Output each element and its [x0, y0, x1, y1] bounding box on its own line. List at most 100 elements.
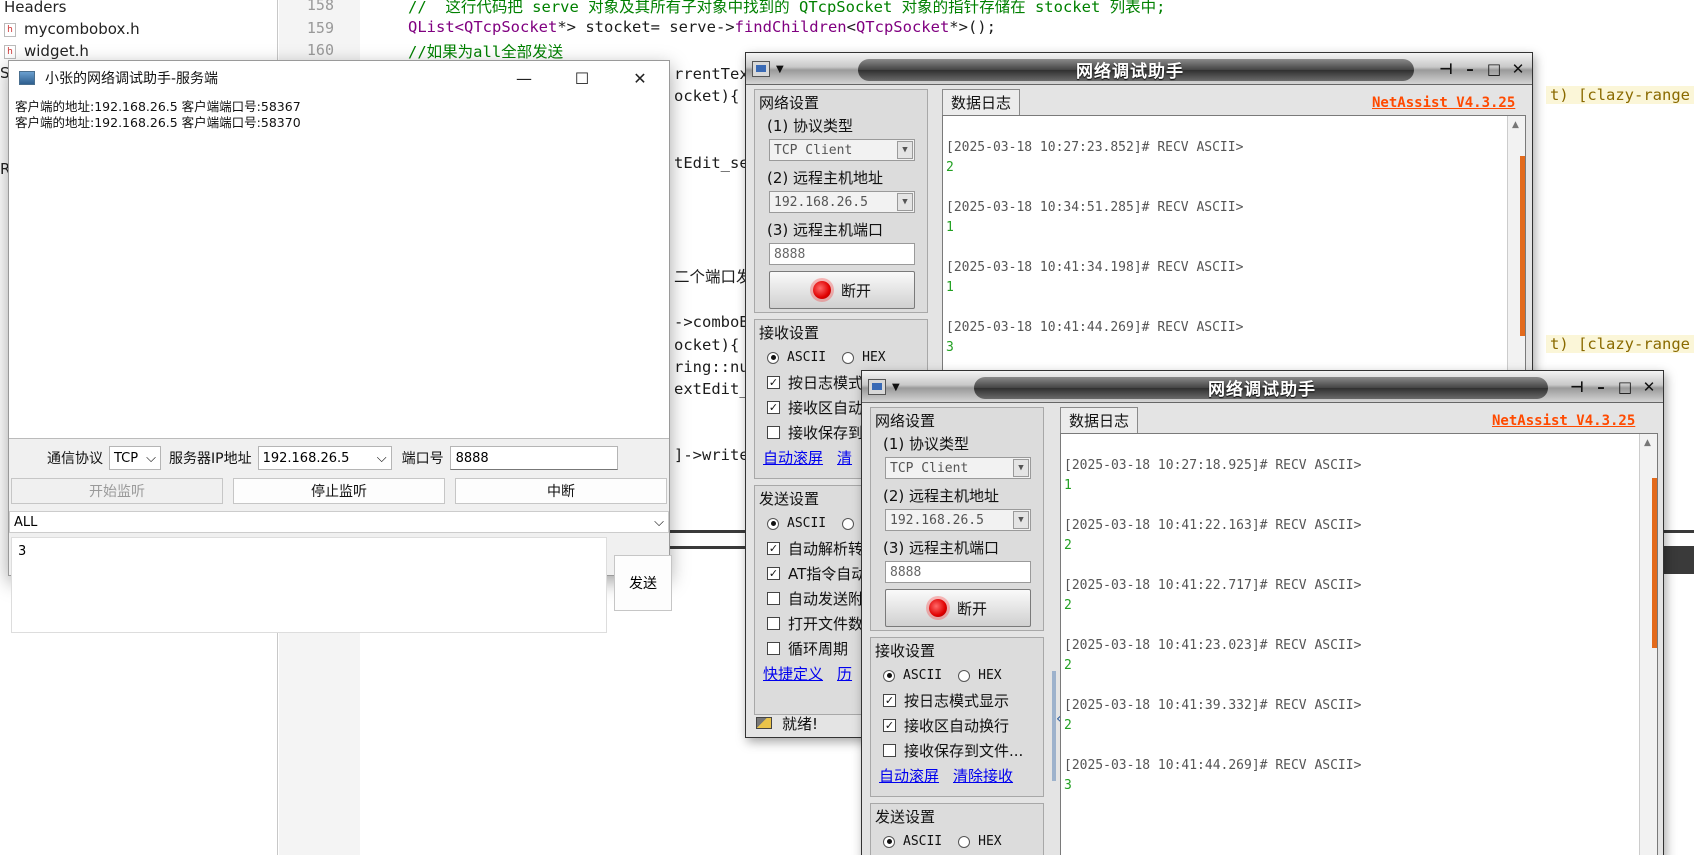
protocol-select[interactable]: TCP ⌵ [109, 446, 161, 470]
checkbox-unchecked[interactable] [883, 744, 896, 757]
chevron-down-icon: ▼ [1013, 459, 1029, 477]
log-value: 1 [946, 220, 954, 235]
minimize-icon[interactable]: – [1591, 377, 1611, 397]
scroll-up-icon[interactable]: ▲ [1512, 120, 1519, 130]
checkbox-unchecked[interactable] [767, 592, 780, 605]
checkbox-unchecked[interactable] [767, 426, 780, 439]
network-settings-group: 网络设置 (1) 协议类型 TCP Client ▼ (2) 远程主机地址 192… [754, 89, 928, 313]
log-scrollbar[interactable]: ▲ [1639, 434, 1657, 855]
remote-port-label: (3) 远程主机端口 [883, 539, 1000, 557]
disconnect-button[interactable]: 断开 [885, 589, 1031, 627]
quick-define-link[interactable]: 快捷定义 [763, 663, 823, 684]
client-target-select[interactable]: ALL ⌵ [9, 511, 669, 533]
checkbox-checked[interactable]: ✓ [767, 376, 780, 389]
tree-folder-headers[interactable]: Headers [4, 0, 66, 18]
version-link[interactable]: NetAssist V4.3.25 [1492, 413, 1635, 429]
line-number: 159 [306, 19, 334, 37]
tab-data-log[interactable]: 数据日志 [942, 89, 1021, 115]
send-hex-radio[interactable] [842, 517, 855, 530]
send-ascii-radio[interactable] [883, 835, 895, 848]
send-settings-group: 发送设置 ASCII HEX [870, 803, 1044, 855]
checkbox-checked[interactable]: ✓ [767, 542, 780, 555]
close-icon[interactable]: ✕ [1639, 377, 1659, 397]
minimize-icon[interactable]: — [495, 61, 553, 95]
qt-server-window: 小张的网络调试助手-服务端 — ☐ ✕ 客户端的地址:192.168.26.5 … [8, 60, 672, 633]
disconnect-button[interactable]: 断开 [769, 271, 915, 309]
tree-file-mycombobox[interactable]: h mycombobox.h [4, 18, 140, 40]
group-title: 接收设置 [875, 642, 936, 660]
clear-receive-link[interactable]: 清 [837, 447, 852, 468]
recv-option[interactable]: 接收保存到文件... [871, 738, 1043, 763]
checkbox-checked[interactable]: ✓ [767, 401, 780, 414]
app-window-icon [19, 71, 35, 85]
version-link[interactable]: NetAssist V4.3.25 [1372, 95, 1515, 111]
pin-icon[interactable]: ⊣ [1436, 59, 1456, 79]
scroll-thumb[interactable] [1652, 478, 1657, 648]
remote-port-input[interactable]: 8888 [885, 561, 1031, 583]
checkbox-checked[interactable]: ✓ [767, 567, 780, 580]
h-file-icon: h [4, 44, 16, 59]
remote-port-input[interactable]: 8888 [769, 243, 915, 265]
settings-panel: 网络设置 (1) 协议类型 TCP Client ▼ (2) 远程主机地址 192… [870, 407, 1044, 855]
tree-file-label: mycombobox.h [24, 20, 140, 38]
netassist-title-bar[interactable]: ▼ 网络调试助手 ⊣ – □ ✕ [862, 371, 1663, 403]
minimize-icon[interactable]: – [1460, 59, 1480, 79]
desktop: Headers h mycombobox.h h widget.h S R 158 … [0, 0, 1694, 855]
client-log-area[interactable]: 客户端的地址:192.168.26.5 客户端端口号:58367 客户端的地址:… [9, 95, 669, 439]
code-fragment: extEdit_ [674, 380, 749, 398]
checkbox-checked[interactable]: ✓ [883, 719, 896, 732]
recv-encoding-radios: ASCII HEX [871, 663, 1043, 688]
protocol-type-select[interactable]: TCP Client ▼ [769, 139, 915, 161]
maximize-icon[interactable]: ☐ [553, 61, 611, 95]
pin-icon[interactable]: ⊣ [1567, 377, 1587, 397]
recv-ascii-radio[interactable] [883, 669, 895, 682]
chevron-down-icon: ▼ [776, 63, 784, 75]
ip-select[interactable]: 192.168.26.5 ⌵ [257, 446, 392, 470]
checkbox-unchecked[interactable] [767, 642, 780, 655]
send-hex-radio[interactable] [958, 835, 971, 848]
scroll-up-icon[interactable]: ▲ [1644, 438, 1651, 448]
tree-file-widget[interactable]: h widget.h [4, 40, 89, 62]
remote-port-label: (3) 远程主机端口 [767, 221, 884, 239]
auto-scroll-link[interactable]: 自动滚屏 [879, 765, 939, 786]
receive-log[interactable]: [2025-03-18 10:27:18.925]# RECV ASCII> 1… [1060, 433, 1658, 855]
qt-title-bar[interactable]: 小张的网络调试助手-服务端 — ☐ ✕ [9, 61, 669, 95]
protocol-type-select[interactable]: TCP Client ▼ [885, 457, 1031, 479]
netassist-title-bar[interactable]: ▼ 网络调试助手 ⊣ – □ ✕ [746, 53, 1532, 85]
port-input[interactable]: 8888 [449, 446, 618, 470]
close-icon[interactable]: ✕ [1508, 59, 1528, 79]
checkbox-checked[interactable]: ✓ [883, 694, 896, 707]
system-menu-button[interactable]: ▼ [752, 59, 804, 79]
stop-listen-button[interactable]: 停止监听 [233, 478, 445, 504]
clear-receive-link[interactable]: 清除接收 [953, 765, 1013, 786]
start-listen-button[interactable]: 开始监听 [11, 478, 223, 504]
maximize-icon[interactable]: □ [1615, 377, 1635, 397]
recv-option[interactable]: ✓ 按日志模式显示 [871, 688, 1043, 713]
log-header: [2025-03-18 10:41:34.198]# RECV ASCII> [946, 260, 1244, 275]
system-menu-button[interactable]: ▼ [868, 377, 920, 397]
remote-host-select[interactable]: 192.168.26.5 ▼ [885, 509, 1031, 531]
recv-option[interactable]: ✓ 接收区自动换行 [871, 713, 1043, 738]
send-ascii-radio[interactable] [767, 517, 779, 530]
recv-hex-radio[interactable] [958, 669, 971, 682]
chevron-down-icon: ⌵ [146, 450, 156, 466]
send-text-area[interactable]: 3 [11, 537, 607, 633]
checkbox-unchecked[interactable] [767, 617, 780, 630]
remote-host-select[interactable]: 192.168.26.5 ▼ [769, 191, 915, 213]
send-button[interactable]: 发送 [614, 555, 672, 611]
code-comment-line: // 这行代码把 serve 对象及其所有子对象中找到的 QTcpSocket … [408, 0, 1166, 16]
chevron-down-icon: ▼ [897, 141, 913, 159]
recv-ascii-radio[interactable] [767, 351, 779, 364]
status-text: 就绪! [782, 714, 819, 733]
log-value: 1 [946, 280, 954, 295]
tab-data-log[interactable]: 数据日志 [1060, 407, 1139, 433]
close-icon[interactable]: ✕ [611, 61, 669, 95]
history-link[interactable]: 历 [837, 663, 852, 684]
recv-hex-radio[interactable] [842, 351, 855, 364]
scroll-thumb[interactable] [1520, 156, 1525, 336]
break-button[interactable]: 中断 [455, 478, 667, 504]
auto-scroll-link[interactable]: 自动滚屏 [763, 447, 823, 468]
maximize-icon[interactable]: □ [1484, 59, 1504, 79]
log-header: [2025-03-18 10:27:18.925]# RECV ASCII> [1064, 458, 1362, 473]
send-encoding-radios: ASCII HEX [871, 829, 1043, 854]
